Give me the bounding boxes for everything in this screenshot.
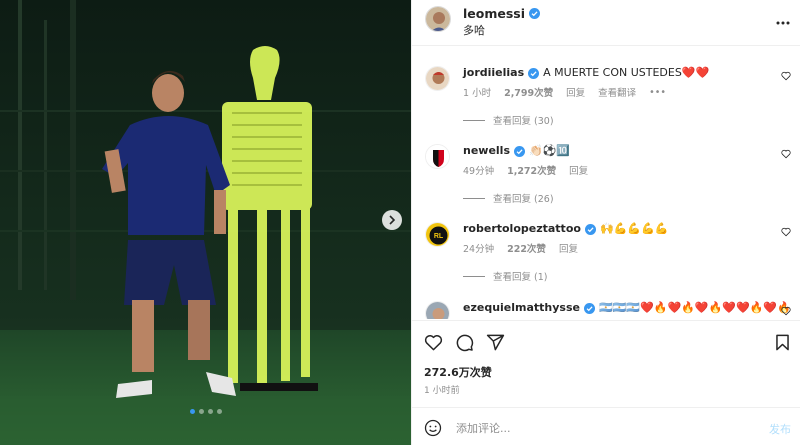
comment-username[interactable]: robertolopeztattoo [463, 222, 581, 236]
svg-text:RL: RL [434, 233, 444, 240]
post-likes-count[interactable]: 272.6万次赞 [424, 364, 492, 380]
view-replies-label: 查看回复 (26) [493, 194, 554, 205]
comment-time[interactable]: 49分钟 [463, 163, 494, 177]
comment-composer: 发布 [412, 407, 800, 445]
comment-likes[interactable]: 2,799次赞 [504, 85, 553, 99]
translate-button[interactable]: 查看翻译 [598, 85, 636, 99]
carousel-dot [207, 409, 213, 414]
comment-time[interactable]: 24分钟 [463, 241, 494, 255]
comment-username[interactable]: ezequielmatthysse [463, 301, 580, 315]
replies-divider [463, 119, 485, 121]
verified-badge-icon [584, 223, 596, 235]
verified-badge-icon [514, 145, 526, 157]
post-header: leomessi 多哈 [412, 0, 800, 46]
reply-button[interactable]: 回复 [559, 241, 578, 255]
comment-meta: 1 小时 2,799次赞 回复 查看翻译 ••• [463, 85, 666, 100]
commenter-avatar[interactable] [425, 301, 450, 319]
verified-badge-icon [529, 8, 541, 19]
commenter-avatar[interactable]: RL [425, 222, 450, 247]
author-username[interactable]: leomessi [463, 6, 525, 21]
comment-username[interactable]: jordiielias [463, 66, 524, 80]
carousel-dot [216, 409, 222, 414]
view-replies-button[interactable]: 查看回复 (1) [463, 269, 547, 283]
comment-line: ezequielmatthysse 🇦🇷🇦🇷🇦🇷❤️🔥❤️🔥❤️🔥❤️❤️🔥❤️… [463, 301, 791, 315]
comment-likes[interactable]: 222次赞 [507, 241, 546, 255]
action-icons [424, 333, 505, 352]
heart-icon[interactable] [781, 71, 791, 81]
post-photo[interactable] [0, 0, 411, 445]
reply-button[interactable]: 回复 [569, 163, 588, 177]
heart-icon[interactable] [781, 306, 791, 316]
comment-likes[interactable]: 1,272次赞 [507, 163, 556, 177]
commenter-avatar[interactable] [425, 66, 450, 91]
comment-username[interactable]: newells [463, 144, 510, 158]
comment-line: robertolopeztattoo 🙌💪💪💪💪 [463, 222, 668, 236]
verified-badge-icon [584, 302, 595, 314]
carousel-dots [0, 409, 411, 414]
share-icon[interactable] [486, 333, 505, 352]
carousel-dot [198, 409, 204, 414]
comment-line: jordiielias A MUERTE CON USTEDES❤️❤️ [463, 66, 709, 80]
replies-divider [463, 275, 485, 277]
comment-meta: 49分钟 1,272次赞 回复 [463, 163, 588, 177]
view-replies-label: 查看回复 (1) [493, 272, 548, 283]
comment-more-button[interactable]: ••• [649, 87, 666, 98]
next-slide-button[interactable] [382, 210, 402, 230]
comment-text: 👏🏻⚽🔟 [529, 144, 571, 157]
photo-scene [0, 0, 411, 445]
heart-icon[interactable] [781, 227, 791, 237]
heart-icon[interactable] [781, 149, 791, 159]
comment-input[interactable] [456, 417, 756, 439]
commenter-avatar[interactable] [425, 144, 450, 169]
more-options-button[interactable] [776, 10, 790, 29]
comment-text: 🙌💪💪💪💪 [599, 222, 669, 235]
bookmark-icon[interactable] [773, 333, 792, 352]
comment-text: 🇦🇷🇦🇷🇦🇷❤️🔥❤️🔥❤️🔥❤️❤️🔥❤️🔥 [599, 301, 791, 314]
post-time[interactable]: 1 小时前 [424, 383, 460, 396]
view-replies-button[interactable]: 查看回复 (30) [463, 113, 554, 127]
author-avatar[interactable] [425, 6, 451, 32]
comment-time[interactable]: 1 小时 [463, 85, 491, 99]
post-actions: 272.6万次赞 1 小时前 发布 [412, 320, 800, 445]
carousel-dot-active [189, 409, 195, 414]
replies-divider [463, 197, 485, 199]
post-side-panel: leomessi 多哈 jordiielias A MUERTE CON UST… [411, 0, 800, 445]
view-replies-button[interactable]: 查看回复 (26) [463, 191, 554, 205]
comment-text: A MUERTE CON USTEDES❤️❤️ [543, 66, 710, 79]
post-location[interactable]: 多哈 [463, 22, 485, 38]
chevron-right-icon [389, 215, 396, 225]
reply-button[interactable]: 回复 [566, 85, 585, 99]
comment-icon[interactable] [455, 333, 474, 352]
author-name-row[interactable]: leomessi [463, 6, 541, 21]
comment-meta: 24分钟 222次赞 回复 [463, 241, 578, 255]
comment-line: newells 👏🏻⚽🔟 [463, 144, 570, 158]
heart-icon[interactable] [424, 333, 443, 352]
more-icon [776, 21, 790, 25]
verified-badge-icon [528, 67, 540, 79]
post-comment-button[interactable]: 发布 [769, 421, 791, 437]
comments-list[interactable]: jordiielias A MUERTE CON USTEDES❤️❤️ 1 小… [412, 47, 800, 319]
view-replies-label: 查看回复 (30) [493, 116, 554, 127]
emoji-icon[interactable] [424, 419, 442, 437]
